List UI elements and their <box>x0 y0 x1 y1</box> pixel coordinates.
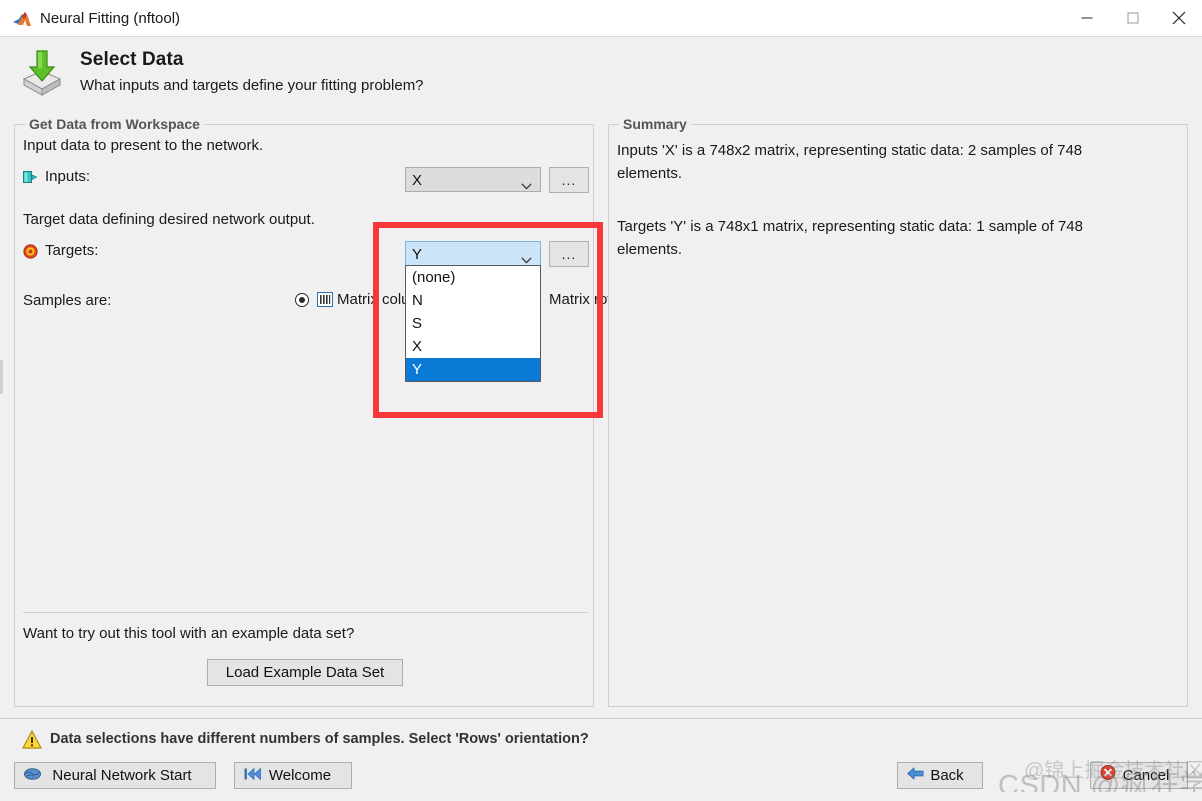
brain-icon <box>24 763 41 788</box>
targets-select[interactable]: Y <box>405 241 541 266</box>
inputs-description: Input data to present to the network. <box>23 137 264 154</box>
targets-label: Targets: <box>45 242 99 259</box>
matrix-columns-icon <box>317 292 333 307</box>
maximize-button[interactable] <box>1110 0 1156 36</box>
back-arrow-icon <box>907 763 924 788</box>
summary-group: Summary Inputs 'X' is a 748x2 matrix, re… <box>608 116 1188 707</box>
summary-inputs-text: Inputs 'X' is a 748x2 matrix, representi… <box>617 142 1083 182</box>
inputs-port-icon <box>23 170 38 185</box>
cancel-icon <box>1100 763 1116 788</box>
page-header: Select Data What inputs and targets defi… <box>0 37 1202 109</box>
dropdown-option[interactable]: N <box>406 289 540 312</box>
minimize-button[interactable] <box>1064 0 1110 36</box>
targets-dropdown-list[interactable]: (none) N S X Y <box>405 265 541 382</box>
page-title: Select Data <box>80 49 184 70</box>
dropdown-option-selected[interactable]: Y <box>406 358 540 381</box>
welcome-label: Welcome <box>268 767 332 784</box>
title-bar: Neural Fitting (nftool) <box>0 0 1202 37</box>
welcome-button[interactable]: Welcome <box>234 762 352 789</box>
dropdown-option[interactable]: X <box>406 335 540 358</box>
matlab-logo-icon <box>12 9 34 29</box>
close-button[interactable] <box>1156 0 1202 36</box>
window-title: Neural Fitting (nftool) <box>40 10 181 27</box>
group-title-summary: Summary <box>619 116 691 132</box>
targets-description: Target data defining desired network out… <box>23 211 315 228</box>
back-button[interactable]: Back <box>897 762 983 789</box>
targets-select-value: Y <box>412 246 423 263</box>
dropdown-option[interactable]: S <box>406 312 540 335</box>
inputs-browse-button[interactable]: ... <box>549 167 589 193</box>
inputs-select[interactable]: X <box>405 167 541 192</box>
window-edge-tick <box>0 360 3 394</box>
cancel-button[interactable]: Cancel <box>1090 762 1188 789</box>
divider <box>23 612 587 613</box>
dropdown-option[interactable]: (none) <box>406 266 540 289</box>
targets-browse-button[interactable]: ... <box>549 241 589 267</box>
group-title-workspace: Get Data from Workspace <box>25 116 204 132</box>
neural-network-start-button[interactable]: Neural Network Start <box>14 762 216 789</box>
cancel-label: Cancel <box>1122 767 1170 784</box>
inputs-select-value: X <box>412 172 423 189</box>
matrix-columns-radio[interactable] <box>295 293 309 307</box>
inputs-label: Inputs: <box>45 168 91 185</box>
targets-bullseye-icon <box>23 244 38 259</box>
back-label: Back <box>930 767 964 784</box>
example-question: Want to try out this tool with an exampl… <box>23 625 355 642</box>
page-subtitle: What inputs and targets define your fitt… <box>80 77 424 94</box>
samples-are-label: Samples are: <box>23 292 112 309</box>
get-data-from-workspace-group: Get Data from Workspace Input data to pr… <box>14 116 626 707</box>
summary-targets-text: Targets 'Y' is a 748x1 matrix, represent… <box>617 218 1083 258</box>
bottom-divider <box>0 718 1202 719</box>
neural-network-start-label: Neural Network Start <box>52 767 192 784</box>
load-example-data-set-button[interactable]: Load Example Data Set <box>207 659 403 686</box>
rewind-start-icon <box>244 763 261 788</box>
chevron-down-icon <box>521 177 532 194</box>
import-data-icon <box>16 45 68 97</box>
warning-triangle-icon <box>22 730 42 749</box>
nftool-window: Neural Fitting (nftool) Select Data What… <box>0 0 1202 801</box>
warning-message: Data selections have different numbers o… <box>50 731 589 747</box>
